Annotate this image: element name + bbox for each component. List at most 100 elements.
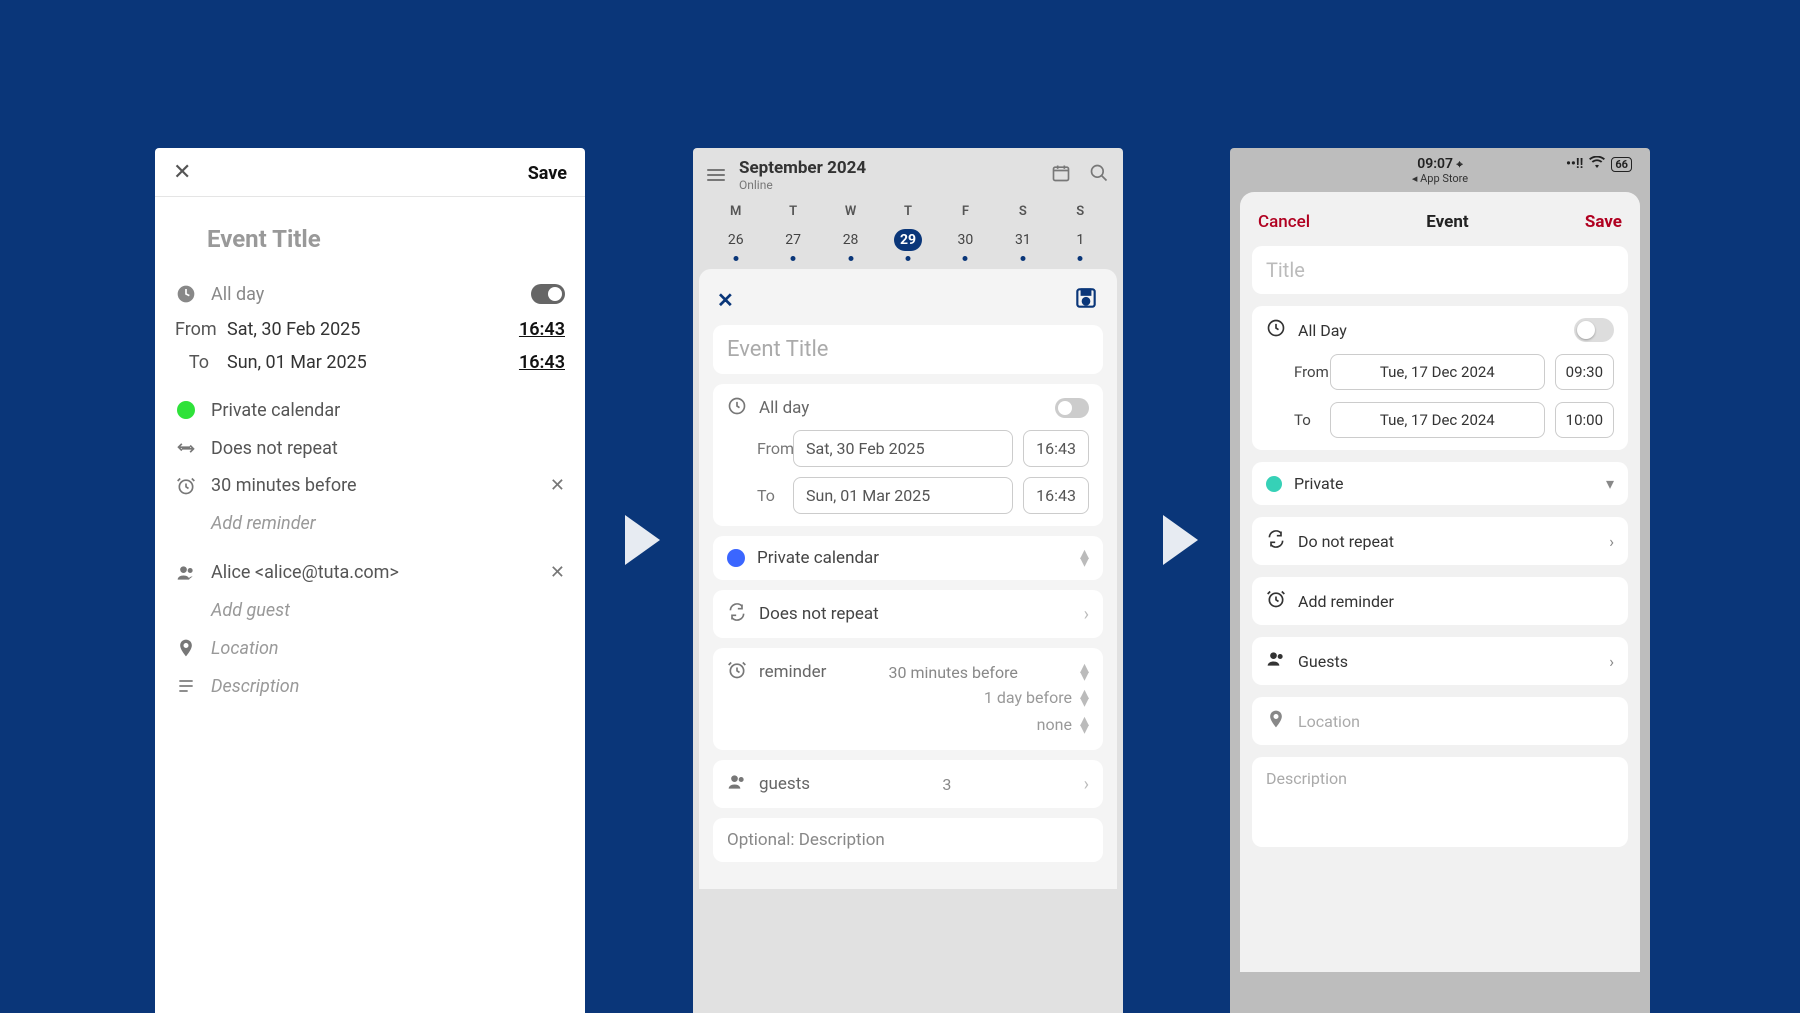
event-title-input[interactable]: Event Title: [175, 207, 565, 275]
calendar-icon[interactable]: [1051, 163, 1071, 188]
from-time[interactable]: 09:30: [1555, 354, 1614, 390]
to-row: To Sun, 01 Mar 2025 16:43: [727, 477, 1089, 514]
event-sheet: Cancel Event Save Title All Day From Tue…: [1240, 192, 1640, 972]
calendar-select[interactable]: Private ▾: [1252, 462, 1628, 505]
reminder-label: reminder: [759, 662, 826, 682]
repeat-row[interactable]: Does not repeat: [175, 429, 565, 467]
add-reminder-row[interactable]: Add reminder: [175, 504, 565, 542]
day-header: F: [937, 204, 994, 219]
event-title-input[interactable]: Title: [1266, 258, 1305, 282]
calendar-label: Private: [1294, 474, 1594, 493]
from-time[interactable]: 16:43: [1023, 430, 1089, 467]
title-card[interactable]: Title: [1252, 246, 1628, 294]
repeat-label: Do not repeat: [1298, 532, 1597, 551]
guest-row: Alice <alice@tuta.com> ✕: [175, 554, 565, 591]
calendar-select[interactable]: Private calendar ▴▾: [713, 536, 1103, 580]
description-placeholder: Description: [1266, 769, 1347, 788]
status-back[interactable]: ◂ App Store: [1230, 172, 1650, 185]
add-reminder-label: Add reminder: [211, 513, 316, 534]
reminder-value-1[interactable]: 1 day before: [984, 688, 1072, 707]
to-date[interactable]: Tue, 17 Dec 2024: [1330, 402, 1545, 438]
repeat-label: Does not repeat: [211, 438, 338, 459]
guests-icon: [175, 563, 197, 583]
repeat-row[interactable]: Do not repeat ›: [1252, 517, 1628, 565]
guests-icon: [727, 772, 747, 796]
to-label: To: [727, 486, 783, 505]
to-time[interactable]: 16:43: [1023, 477, 1089, 514]
location-placeholder: Location: [1298, 712, 1360, 731]
updown-icon[interactable]: ▴▾: [1080, 664, 1089, 680]
date-cell[interactable]: 1: [1052, 225, 1109, 261]
close-icon[interactable]: ✕: [717, 288, 734, 312]
event-title-input[interactable]: Event Title: [727, 337, 1089, 362]
date-cell[interactable]: 29: [879, 225, 936, 261]
to-row: To Sun, 01 Mar 2025 16:43: [175, 346, 565, 379]
allday-toggle[interactable]: [1574, 318, 1614, 342]
from-date[interactable]: Sat, 30 Feb 2025: [793, 430, 1013, 467]
day-header: S: [1052, 204, 1109, 219]
from-row: From Tue, 17 Dec 2024 09:30: [1266, 354, 1614, 390]
reminder-value-0[interactable]: 30 minutes before: [888, 663, 1017, 682]
reminder-text: 30 minutes before: [211, 475, 357, 496]
remove-guest-icon[interactable]: ✕: [550, 562, 565, 583]
location-icon: [1266, 709, 1286, 733]
chevron-right-icon: ›: [1084, 604, 1089, 625]
updown-icon[interactable]: ▴▾: [1080, 717, 1089, 733]
to-time[interactable]: 16:43: [519, 352, 565, 373]
guests-icon: [1266, 649, 1286, 673]
add-guest-label: Add guest: [211, 600, 290, 621]
remove-reminder-icon[interactable]: ✕: [550, 475, 565, 496]
month-title: September 2024: [739, 158, 866, 178]
description-icon: [175, 676, 197, 696]
event-sheet: ✕ Event Title All day From Sat, 30 Feb 2…: [699, 269, 1117, 889]
from-date[interactable]: Tue, 17 Dec 2024: [1330, 354, 1545, 390]
add-reminder-row[interactable]: Add reminder: [1252, 577, 1628, 625]
menu-icon[interactable]: [707, 169, 725, 181]
to-date[interactable]: Sun, 01 Mar 2025: [227, 352, 519, 373]
updown-icon[interactable]: ▴▾: [1080, 690, 1089, 706]
reminder-row: 30 minutes before ✕: [175, 467, 565, 504]
to-date[interactable]: Sun, 01 Mar 2025: [793, 477, 1013, 514]
from-time[interactable]: 16:43: [519, 319, 565, 340]
date-cell[interactable]: 30: [937, 225, 994, 261]
guests-label: Guests: [1298, 652, 1597, 671]
guests-row[interactable]: guests 3 ›: [713, 760, 1103, 808]
allday-toggle[interactable]: [1055, 398, 1089, 418]
location-row[interactable]: Location: [175, 629, 565, 667]
arrow-icon: [625, 515, 660, 565]
add-guest-row[interactable]: Add guest: [175, 591, 565, 629]
datetime-card: All Day From Tue, 17 Dec 2024 09:30 To T…: [1252, 306, 1628, 450]
repeat-select[interactable]: Does not repeat ›: [713, 590, 1103, 638]
guests-count: 3: [942, 775, 951, 794]
guests-row[interactable]: Guests ›: [1252, 637, 1628, 685]
title-card[interactable]: Event Title: [713, 325, 1103, 374]
day-header: M: [707, 204, 764, 219]
allday-toggle[interactable]: [531, 284, 565, 304]
cancel-button[interactable]: Cancel: [1258, 212, 1310, 232]
reminder-value-2[interactable]: none: [1037, 715, 1072, 734]
description-row[interactable]: Description: [1252, 757, 1628, 847]
event-editor-v3: 09:07 ⌖ ◂ App Store ••!! 66 Cancel Event…: [1230, 148, 1650, 1013]
to-label: To: [1266, 411, 1320, 429]
description-card[interactable]: Optional: Description: [713, 818, 1103, 862]
save-button[interactable]: Save: [1585, 212, 1622, 232]
calendar-header: September 2024 Online: [707, 158, 1109, 192]
online-label: Online: [739, 178, 866, 192]
date-cell[interactable]: 28: [822, 225, 879, 261]
search-icon[interactable]: [1089, 163, 1109, 188]
save-icon[interactable]: [1073, 285, 1099, 315]
to-row: To Tue, 17 Dec 2024 10:00: [1266, 402, 1614, 438]
date-cell[interactable]: 27: [764, 225, 821, 261]
date-cell[interactable]: 31: [994, 225, 1051, 261]
repeat-icon: [175, 438, 197, 458]
calendar-row[interactable]: Private calendar: [175, 391, 565, 429]
to-time[interactable]: 10:00: [1555, 402, 1614, 438]
day-header: W: [822, 204, 879, 219]
close-icon[interactable]: ✕: [173, 162, 191, 184]
day-header: S: [994, 204, 1051, 219]
date-cell[interactable]: 26: [707, 225, 764, 261]
description-row[interactable]: Description: [175, 667, 565, 705]
save-button[interactable]: Save: [528, 163, 567, 184]
location-row[interactable]: Location: [1252, 697, 1628, 745]
from-date[interactable]: Sat, 30 Feb 2025: [227, 319, 519, 340]
